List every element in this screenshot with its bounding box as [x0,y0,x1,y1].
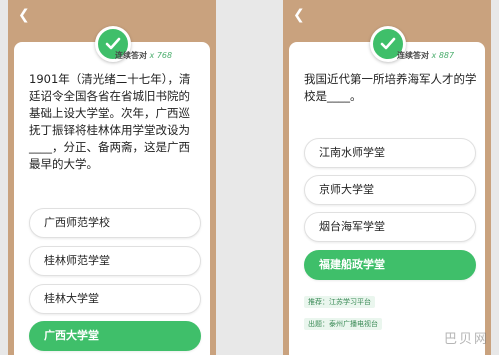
watermark: 巴贝网 [443,332,489,347]
back-arrow-icon[interactable]: ❮ [18,8,32,22]
answer-option-correct[interactable]: 广西大学堂 [29,321,201,351]
streak-label: 连续答对 [397,51,429,60]
question-text: 我国近代第一所培养海军人才的学校是____。 [304,72,477,103]
answer-option[interactable]: 桂林师范学堂 [29,246,201,276]
answer-option[interactable]: 桂林大学堂 [29,284,201,314]
right-phone-screen: ❮ 连续答对 x 887 我国近代第一所培养海军人才的学校是____。 江南水师… [283,0,491,355]
streak-count: x 887 [431,51,455,60]
answer-option-correct[interactable]: 福建船政学堂 [304,250,476,280]
streak-counter: 连续答对 x 887 [397,50,454,61]
back-arrow-icon[interactable]: ❮ [293,8,307,22]
streak-counter: 连续答对 x 768 [115,50,172,61]
streak-count: x 768 [149,51,173,60]
answer-option[interactable]: 广西师范学校 [29,208,201,238]
question-text: 1901年（清光绪二十七年），清廷诏令全国各省在省城旧书院的基础上设大学堂。次年… [29,72,191,171]
answer-option[interactable]: 京师大学堂 [304,175,476,205]
answer-option[interactable]: 烟台海军学堂 [304,212,476,242]
source-label: 出题：泰州广播电视台 [304,318,382,330]
recommend-label: 推荐：江苏学习平台 [304,296,375,308]
left-phone-screen: ❮ 连续答对 x 768 1901年（清光绪二十七年），清廷诏令全国各省在省城旧… [8,0,216,355]
streak-label: 连续答对 [115,51,147,60]
answer-option[interactable]: 江南水师学堂 [304,138,476,168]
